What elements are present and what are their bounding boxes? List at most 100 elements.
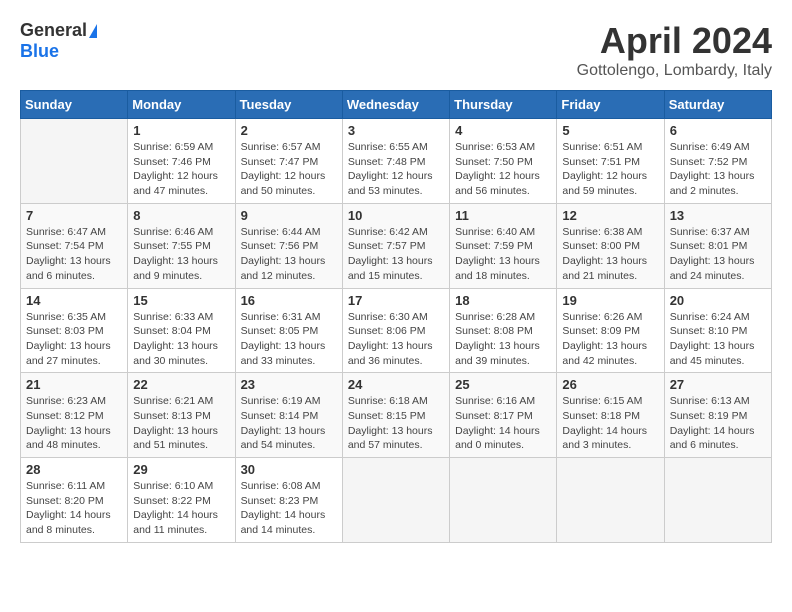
day-number: 19 [562, 293, 658, 308]
header-day-monday: Monday [128, 91, 235, 119]
logo: General Blue [20, 20, 97, 62]
day-detail: Sunrise: 6:23 AM Sunset: 8:12 PM Dayligh… [26, 394, 122, 453]
day-detail: Sunrise: 6:37 AM Sunset: 8:01 PM Dayligh… [670, 225, 766, 284]
page-header: General Blue April 2024 Gottolengo, Lomb… [20, 20, 772, 80]
day-number: 28 [26, 462, 122, 477]
day-detail: Sunrise: 6:24 AM Sunset: 8:10 PM Dayligh… [670, 310, 766, 369]
calendar-cell: 18Sunrise: 6:28 AM Sunset: 8:08 PM Dayli… [450, 288, 557, 373]
header-day-saturday: Saturday [664, 91, 771, 119]
calendar-week-2: 7 Sunrise: 6:47 AM Sunset: 7:54 PM Daylig… [21, 203, 772, 288]
calendar-body: 1Sunrise: 6:59 AM Sunset: 7:46 PM Daylig… [21, 119, 772, 543]
day-number: 4 [455, 123, 551, 138]
calendar-cell: 4 Sunrise: 6:53 AM Sunset: 7:50 PM Daylig… [450, 119, 557, 204]
day-detail: Sunrise: 6:35 AM Sunset: 8:03 PM Dayligh… [26, 310, 122, 369]
logo-general-text: General [20, 20, 87, 41]
day-detail: Sunrise: 6:30 AM Sunset: 8:06 PM Dayligh… [348, 310, 444, 369]
day-detail: Sunrise: 6:46 AM Sunset: 7:55 PM Dayligh… [133, 225, 229, 284]
day-detail: Sunrise: 6:57 AM Sunset: 7:47 PM Dayligh… [241, 140, 337, 199]
calendar-cell: 20 Sunrise: 6:24 AM Sunset: 8:10 PM Dayli… [664, 288, 771, 373]
header-day-tuesday: Tuesday [235, 91, 342, 119]
calendar-cell: 10 Sunrise: 6:42 AM Sunset: 7:57 PM Dayli… [342, 203, 449, 288]
day-detail: Sunrise: 6:42 AM Sunset: 7:57 PM Dayligh… [348, 225, 444, 284]
day-number: 8 [133, 208, 229, 223]
calendar-cell: 5 Sunrise: 6:51 AM Sunset: 7:51 PM Daylig… [557, 119, 664, 204]
day-detail: Sunrise: 6:38 AM Sunset: 8:00 PM Dayligh… [562, 225, 658, 284]
day-number: 7 [26, 208, 122, 223]
calendar-cell: 24 Sunrise: 6:18 AM Sunset: 8:15 PM Dayli… [342, 373, 449, 458]
calendar-cell: 19 Sunrise: 6:26 AM Sunset: 8:09 PM Dayli… [557, 288, 664, 373]
header-day-thursday: Thursday [450, 91, 557, 119]
calendar-cell: 7 Sunrise: 6:47 AM Sunset: 7:54 PM Daylig… [21, 203, 128, 288]
day-number: 21 [26, 377, 122, 392]
logo-icon [89, 24, 97, 38]
day-number: 10 [348, 208, 444, 223]
day-number: 29 [133, 462, 229, 477]
day-number: 13 [670, 208, 766, 223]
calendar-table: SundayMondayTuesdayWednesdayThursdayFrid… [20, 90, 772, 543]
day-number: 27 [670, 377, 766, 392]
calendar-cell [557, 458, 664, 543]
day-detail: Sunrise: 6:13 AM Sunset: 8:19 PM Dayligh… [670, 394, 766, 453]
day-detail: Sunrise: 6:44 AM Sunset: 7:56 PM Dayligh… [241, 225, 337, 284]
calendar-cell: 15Sunrise: 6:33 AM Sunset: 8:04 PM Dayli… [128, 288, 235, 373]
day-detail: Sunrise: 6:19 AM Sunset: 8:14 PM Dayligh… [241, 394, 337, 453]
day-number: 25 [455, 377, 551, 392]
calendar-cell [664, 458, 771, 543]
calendar-cell: 6Sunrise: 6:49 AM Sunset: 7:52 PM Daylig… [664, 119, 771, 204]
header-row: SundayMondayTuesdayWednesdayThursdayFrid… [21, 91, 772, 119]
day-detail: Sunrise: 6:47 AM Sunset: 7:54 PM Dayligh… [26, 225, 122, 284]
day-number: 30 [241, 462, 337, 477]
calendar-cell: 23 Sunrise: 6:19 AM Sunset: 8:14 PM Dayli… [235, 373, 342, 458]
day-number: 14 [26, 293, 122, 308]
day-detail: Sunrise: 6:53 AM Sunset: 7:50 PM Dayligh… [455, 140, 551, 199]
calendar-cell: 17 Sunrise: 6:30 AM Sunset: 8:06 PM Dayli… [342, 288, 449, 373]
calendar-cell: 21 Sunrise: 6:23 AM Sunset: 8:12 PM Dayli… [21, 373, 128, 458]
day-detail: Sunrise: 6:15 AM Sunset: 8:18 PM Dayligh… [562, 394, 658, 453]
calendar-cell: 14 Sunrise: 6:35 AM Sunset: 8:03 PM Dayli… [21, 288, 128, 373]
title-block: April 2024 Gottolengo, Lombardy, Italy [577, 20, 772, 80]
calendar-cell: 25 Sunrise: 6:16 AM Sunset: 8:17 PM Dayli… [450, 373, 557, 458]
calendar-cell: 22Sunrise: 6:21 AM Sunset: 8:13 PM Dayli… [128, 373, 235, 458]
day-number: 2 [241, 123, 337, 138]
day-detail: Sunrise: 6:21 AM Sunset: 8:13 PM Dayligh… [133, 394, 229, 453]
calendar-cell: 8 Sunrise: 6:46 AM Sunset: 7:55 PM Daylig… [128, 203, 235, 288]
day-number: 24 [348, 377, 444, 392]
day-number: 3 [348, 123, 444, 138]
calendar-week-1: 1Sunrise: 6:59 AM Sunset: 7:46 PM Daylig… [21, 119, 772, 204]
day-number: 17 [348, 293, 444, 308]
calendar-subtitle: Gottolengo, Lombardy, Italy [577, 62, 772, 80]
day-detail: Sunrise: 6:31 AM Sunset: 8:05 PM Dayligh… [241, 310, 337, 369]
calendar-cell: 1Sunrise: 6:59 AM Sunset: 7:46 PM Daylig… [128, 119, 235, 204]
day-detail: Sunrise: 6:49 AM Sunset: 7:52 PM Dayligh… [670, 140, 766, 199]
calendar-cell: 30 Sunrise: 6:08 AM Sunset: 8:23 PM Dayli… [235, 458, 342, 543]
day-detail: Sunrise: 6:26 AM Sunset: 8:09 PM Dayligh… [562, 310, 658, 369]
header-day-wednesday: Wednesday [342, 91, 449, 119]
calendar-cell: 26 Sunrise: 6:15 AM Sunset: 8:18 PM Dayli… [557, 373, 664, 458]
calendar-header: SundayMondayTuesdayWednesdayThursdayFrid… [21, 91, 772, 119]
calendar-week-5: 28 Sunrise: 6:11 AM Sunset: 8:20 PM Dayli… [21, 458, 772, 543]
day-number: 16 [241, 293, 337, 308]
day-number: 26 [562, 377, 658, 392]
day-detail: Sunrise: 6:51 AM Sunset: 7:51 PM Dayligh… [562, 140, 658, 199]
header-day-sunday: Sunday [21, 91, 128, 119]
day-detail: Sunrise: 6:08 AM Sunset: 8:23 PM Dayligh… [241, 479, 337, 538]
day-number: 23 [241, 377, 337, 392]
day-detail: Sunrise: 6:18 AM Sunset: 8:15 PM Dayligh… [348, 394, 444, 453]
calendar-cell [450, 458, 557, 543]
day-detail: Sunrise: 6:10 AM Sunset: 8:22 PM Dayligh… [133, 479, 229, 538]
calendar-cell [342, 458, 449, 543]
calendar-week-4: 21 Sunrise: 6:23 AM Sunset: 8:12 PM Dayli… [21, 373, 772, 458]
day-detail: Sunrise: 6:11 AM Sunset: 8:20 PM Dayligh… [26, 479, 122, 538]
calendar-cell: 28 Sunrise: 6:11 AM Sunset: 8:20 PM Dayli… [21, 458, 128, 543]
day-detail: Sunrise: 6:33 AM Sunset: 8:04 PM Dayligh… [133, 310, 229, 369]
day-number: 5 [562, 123, 658, 138]
day-number: 20 [670, 293, 766, 308]
day-detail: Sunrise: 6:40 AM Sunset: 7:59 PM Dayligh… [455, 225, 551, 284]
day-number: 1 [133, 123, 229, 138]
calendar-cell: 12Sunrise: 6:38 AM Sunset: 8:00 PM Dayli… [557, 203, 664, 288]
day-detail: Sunrise: 6:16 AM Sunset: 8:17 PM Dayligh… [455, 394, 551, 453]
calendar-cell: 11Sunrise: 6:40 AM Sunset: 7:59 PM Dayli… [450, 203, 557, 288]
day-number: 9 [241, 208, 337, 223]
calendar-cell [21, 119, 128, 204]
calendar-cell: 29 Sunrise: 6:10 AM Sunset: 8:22 PM Dayli… [128, 458, 235, 543]
